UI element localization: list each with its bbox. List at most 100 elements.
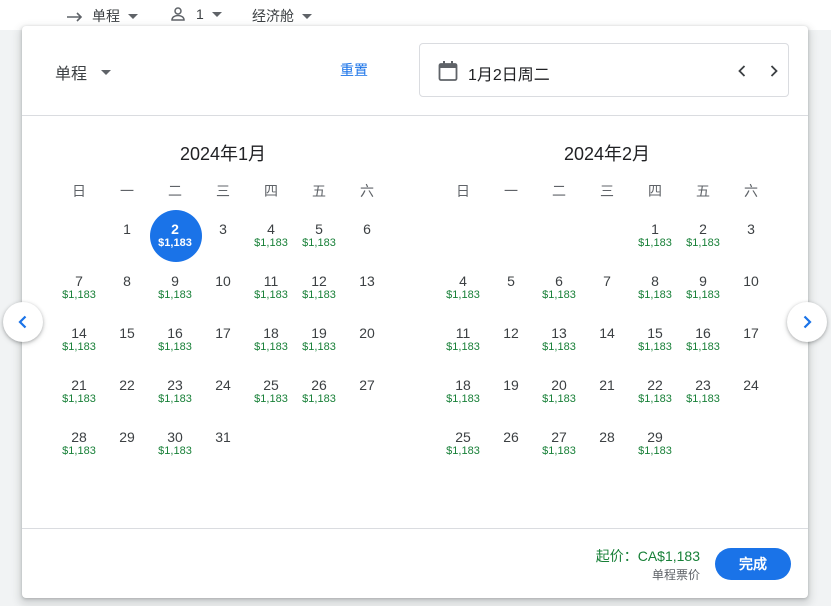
day-price: $1,183 <box>446 445 480 457</box>
day-number: 16 <box>167 325 183 341</box>
calendar-day[interactable]: 13 <box>343 270 391 322</box>
day-number: 17 <box>215 325 231 341</box>
calendar-day[interactable]: 6 $1,183 <box>535 270 583 322</box>
calendar-day[interactable]: 27 $1,183 <box>535 426 583 478</box>
prev-month-button[interactable] <box>3 302 43 342</box>
calendar-day[interactable]: 23 $1,183 <box>679 374 727 426</box>
calendar-day[interactable]: 19 <box>487 374 535 426</box>
calendar-day[interactable]: 12 $1,183 <box>295 270 343 322</box>
calendar-day[interactable]: 7 <box>583 270 631 322</box>
calendar-day[interactable]: 10 <box>727 270 775 322</box>
calendar-day[interactable]: 14 <box>583 322 631 374</box>
day-price: $1,183 <box>254 237 288 249</box>
weekday-header: 二 <box>552 183 566 199</box>
passengers-dropdown[interactable]: 1 <box>170 6 222 22</box>
calendar-day[interactable]: 15 <box>103 322 151 374</box>
day-price: $1,183 <box>254 289 288 301</box>
calendar-day[interactable]: 23 $1,183 <box>151 374 199 426</box>
calendar-day[interactable]: 17 <box>727 322 775 374</box>
calendar-day[interactable]: 19 $1,183 <box>295 322 343 374</box>
day-price: $1,183 <box>638 393 672 405</box>
calendar-day[interactable]: 13 $1,183 <box>535 322 583 374</box>
calendar-day[interactable]: 4 $1,183 <box>439 270 487 322</box>
calendar-day[interactable]: 9 $1,183 <box>679 270 727 322</box>
calendar-day[interactable]: 2 $1,183 <box>679 218 727 270</box>
calendar-day[interactable]: 8 $1,183 <box>631 270 679 322</box>
weekday-header: 三 <box>600 183 614 199</box>
calendar-day[interactable]: 5 $1,183 <box>295 218 343 270</box>
day-price: $1,183 <box>446 289 480 301</box>
calendar-day[interactable]: 25 $1,183 <box>439 426 487 478</box>
caret-down-icon <box>101 69 112 75</box>
calendar-day[interactable]: 27 <box>343 374 391 426</box>
chevron-right-icon <box>770 65 778 77</box>
calendar-day[interactable]: 20 $1,183 <box>535 374 583 426</box>
calendar-day[interactable]: 21 <box>583 374 631 426</box>
prev-day-button[interactable] <box>730 59 754 83</box>
reset-button[interactable]: 重置 <box>340 60 368 80</box>
calendar-day[interactable]: 22 <box>103 374 151 426</box>
day-number: 4 <box>267 221 275 237</box>
departure-date-field[interactable]: 1月2日周二 <box>419 43 789 97</box>
calendar-day[interactable]: 18 $1,183 <box>439 374 487 426</box>
weekday-header: 日 <box>456 183 470 199</box>
calendar-day[interactable]: 26 <box>487 426 535 478</box>
day-price: $1,183 <box>542 393 576 405</box>
next-day-button[interactable] <box>762 59 786 83</box>
day-number: 29 <box>647 429 663 445</box>
calendar-day[interactable]: 31 <box>199 426 247 478</box>
calendar-day[interactable]: 20 <box>343 322 391 374</box>
calendar-day[interactable]: 30 $1,183 <box>151 426 199 478</box>
calendar-day[interactable]: 10 <box>199 270 247 322</box>
calendar-day[interactable]: 29 <box>103 426 151 478</box>
calendar-day[interactable]: 1 $1,183 <box>631 218 679 270</box>
calendar-day[interactable]: 25 $1,183 <box>247 374 295 426</box>
calendar-day[interactable]: 15 $1,183 <box>631 322 679 374</box>
calendar-day[interactable]: 29 $1,183 <box>631 426 679 478</box>
calendar-day[interactable]: 5 <box>487 270 535 322</box>
calendar-day[interactable]: 26 $1,183 <box>295 374 343 426</box>
done-button[interactable]: 完成 <box>715 548 791 580</box>
calendar-day[interactable]: 28 $1,183 <box>55 426 103 478</box>
weekday-header: 五 <box>312 183 326 199</box>
trip-type-dropdown[interactable]: 单程 <box>66 6 138 26</box>
next-month-button[interactable] <box>787 302 827 342</box>
day-price: $1,183 <box>302 393 336 405</box>
cabin-label: 经济舱 <box>252 8 294 24</box>
calendar-day-selected[interactable]: 2 $1,183 <box>150 210 202 270</box>
cabin-dropdown[interactable]: 经济舱 <box>252 6 312 26</box>
dialog-trip-type-dropdown[interactable]: 单程 <box>55 60 112 84</box>
calendar-day[interactable]: 16 $1,183 <box>679 322 727 374</box>
calendar-day[interactable]: 4 $1,183 <box>247 218 295 270</box>
calendar-day[interactable]: 24 <box>199 374 247 426</box>
calendar-day[interactable]: 9 $1,183 <box>151 270 199 322</box>
day-number: 20 <box>551 377 567 393</box>
calendar-day[interactable]: 3 <box>199 218 247 270</box>
calendar-day[interactable]: 18 $1,183 <box>247 322 295 374</box>
day-price: $1,183 <box>254 393 288 405</box>
calendar-day[interactable]: 17 <box>199 322 247 374</box>
weekday-header: 六 <box>744 183 758 199</box>
from-price: 起价：CA$1,183 <box>595 548 700 564</box>
calendar-day[interactable]: 16 $1,183 <box>151 322 199 374</box>
calendar-day[interactable]: 11 $1,183 <box>247 270 295 322</box>
calendar-day[interactable]: 24 <box>727 374 775 426</box>
calendar-day[interactable]: 6 <box>343 218 391 270</box>
calendar-day[interactable]: 11 $1,183 <box>439 322 487 374</box>
dialog-footer: 起价：CA$1,183 单程票价 完成 <box>22 528 808 599</box>
calendar-day[interactable]: 22 $1,183 <box>631 374 679 426</box>
day-number: 24 <box>215 377 231 393</box>
day-price: $1,183 <box>686 237 720 249</box>
calendar-day[interactable]: 8 <box>103 270 151 322</box>
day-number: 19 <box>503 377 519 393</box>
calendar-day[interactable]: 3 <box>727 218 775 270</box>
calendar-day[interactable]: 12 <box>487 322 535 374</box>
calendar-day[interactable]: 28 <box>583 426 631 478</box>
weekday-header: 二 <box>168 183 182 199</box>
day-price: $1,183 <box>542 445 576 457</box>
calendar-day[interactable]: 14 $1,183 <box>55 322 103 374</box>
calendar-day[interactable]: 7 $1,183 <box>55 270 103 322</box>
calendar-day[interactable]: 21 $1,183 <box>55 374 103 426</box>
calendar-day[interactable]: 1 <box>103 218 151 270</box>
day-price: $1,183 <box>686 289 720 301</box>
